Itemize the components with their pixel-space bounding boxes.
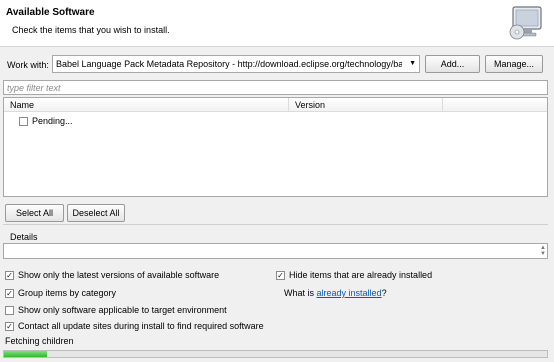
- option-label: Show only the latest versions of availab…: [18, 270, 220, 280]
- add-site-button[interactable]: Add...: [425, 55, 480, 73]
- checkbox[interactable]: [5, 321, 14, 331]
- what-is-installed: What is already installed?: [284, 288, 387, 298]
- option-label: Show only software applicable to target …: [18, 305, 227, 315]
- page-title: Available Software: [6, 7, 95, 18]
- work-with-label: Work with:: [7, 60, 49, 70]
- tree-row[interactable]: Pending...: [19, 116, 73, 126]
- details-label: Details: [10, 232, 38, 242]
- what-is-suffix: ?: [381, 288, 387, 298]
- status-text: Fetching children: [5, 336, 74, 346]
- scroll-arrows-icon[interactable]: ▲ ▼: [540, 245, 546, 257]
- column-version-header[interactable]: Version: [295, 100, 325, 110]
- work-with-combo[interactable]: Babel Language Pack Metadata Repository …: [52, 55, 420, 73]
- work-with-value: Babel Language Pack Metadata Repository …: [56, 59, 402, 69]
- already-installed-link[interactable]: already installed: [317, 288, 382, 298]
- header-banner: Available Software Check the items that …: [0, 0, 554, 47]
- option-label: Group items by category: [18, 288, 117, 298]
- option-hide-installed[interactable]: Hide items that are already installed: [276, 270, 432, 280]
- select-all-button[interactable]: Select All: [5, 204, 64, 222]
- checkbox[interactable]: [5, 305, 14, 315]
- filter-input[interactable]: type filter text: [3, 80, 548, 95]
- option-label: Contact all update sites during install …: [18, 321, 264, 331]
- progress-fill: [4, 351, 48, 357]
- progress-bar: [3, 350, 548, 358]
- column-divider[interactable]: [288, 98, 289, 112]
- checkbox[interactable]: [276, 270, 285, 280]
- page-subtitle: Check the items that you wish to install…: [12, 25, 170, 35]
- divider: [3, 224, 548, 225]
- dropdown-arrow-icon[interactable]: ▼: [409, 60, 416, 67]
- software-tree[interactable]: Name Version Pending...: [3, 97, 548, 197]
- row-name: Pending...: [32, 116, 73, 126]
- checkbox[interactable]: [5, 270, 14, 280]
- option-contact-sites[interactable]: Contact all update sites during install …: [5, 321, 264, 331]
- tree-header: Name Version: [4, 98, 547, 112]
- manage-sites-button[interactable]: Manage...: [485, 55, 543, 73]
- checkbox[interactable]: [5, 288, 14, 298]
- filter-placeholder: type filter text: [7, 83, 61, 93]
- details-area[interactable]: ▲ ▼: [3, 243, 548, 259]
- option-label: Hide items that are already installed: [289, 270, 433, 280]
- option-group-by-category[interactable]: Group items by category: [5, 288, 116, 298]
- option-latest-versions[interactable]: Show only the latest versions of availab…: [5, 270, 219, 280]
- column-divider[interactable]: [442, 98, 443, 112]
- row-checkbox[interactable]: [19, 116, 28, 126]
- deselect-all-button[interactable]: Deselect All: [67, 204, 125, 222]
- option-target-environment[interactable]: Show only software applicable to target …: [5, 305, 227, 315]
- what-is-prefix: What is: [284, 288, 315, 298]
- install-wizard-icon: [508, 5, 544, 41]
- column-name-header[interactable]: Name: [10, 100, 34, 110]
